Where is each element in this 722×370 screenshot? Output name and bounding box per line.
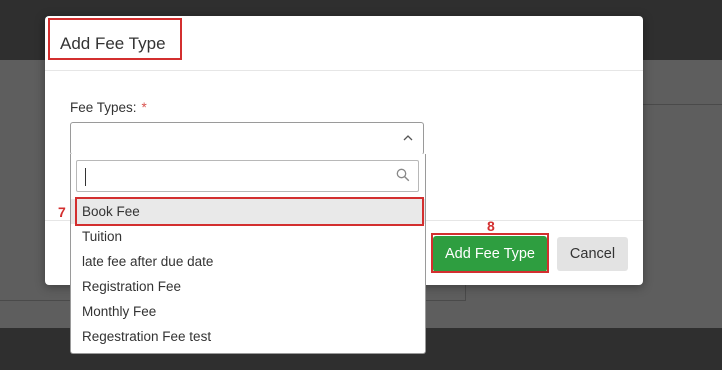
annotation-title-box: [48, 18, 182, 60]
dropdown-option-monthly-fee[interactable]: Monthly Fee: [71, 299, 425, 324]
annotation-step-8: 8: [487, 218, 495, 234]
required-asterisk: *: [141, 100, 147, 115]
dropdown-option-late-fee[interactable]: late fee after due date: [71, 249, 425, 274]
dropdown-search-box[interactable]: [76, 160, 419, 192]
dropdown-option-tuition[interactable]: Tuition: [71, 224, 425, 249]
cancel-button[interactable]: Cancel: [557, 237, 628, 271]
annotation-step-7: 7: [58, 204, 66, 220]
chevron-up-icon[interactable]: [403, 133, 413, 143]
dropdown-option-registration-fee-test[interactable]: Regestration Fee test: [71, 324, 425, 349]
text-cursor: [85, 168, 86, 186]
fee-types-label: Fee Types: *: [70, 100, 147, 115]
search-icon: [396, 168, 410, 182]
background-field-edge-side: [465, 285, 466, 301]
fee-types-label-text: Fee Types:: [70, 100, 137, 115]
dropdown-search-input[interactable]: [85, 165, 389, 189]
fee-types-select[interactable]: [70, 122, 424, 155]
dropdown-option-registration-fee[interactable]: Registration Fee: [71, 274, 425, 299]
fee-types-dropdown: Book Fee Tuition late fee after due date…: [70, 154, 426, 354]
background-divider: [642, 104, 722, 105]
annotation-button-box: [431, 233, 549, 273]
annotation-option-box: [75, 197, 424, 226]
